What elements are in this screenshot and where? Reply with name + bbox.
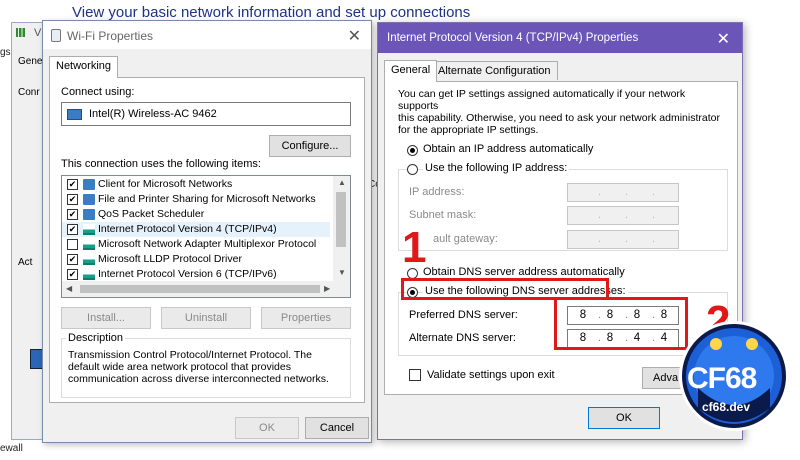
alternate-dns-label: Alternate DNS server: — [409, 332, 516, 344]
back-activity-label: Act — [18, 257, 33, 268]
brand-logo: CF68 cf68.dev — [676, 318, 792, 438]
protocol-icon — [83, 239, 95, 250]
signal-icon — [16, 28, 25, 37]
protocol-icon — [83, 269, 95, 280]
chevron-right-icon[interactable]: ▶ — [324, 284, 330, 293]
logo-name: CF68 — [687, 362, 757, 395]
subnet-mask-field[interactable]: ... — [567, 206, 679, 225]
ip-address-label: IP address: — [409, 186, 465, 198]
network-adapter-icon — [67, 109, 82, 120]
list-item[interactable]: ✔ Internet Protocol Version 6 (TCP/IPv6) — [62, 267, 330, 282]
list-item[interactable]: ✔ Internet Protocol Version 4 (TCP/IPv4) — [62, 222, 330, 237]
install-button[interactable]: Install... — [61, 307, 151, 329]
subnet-mask-label: Subnet mask: — [409, 209, 477, 221]
list-item[interactable]: Microsoft Network Adapter Multiplexor Pr… — [62, 237, 330, 252]
page-title: View your basic network information and … — [72, 4, 471, 21]
item-checkbox[interactable]: ✔ — [67, 269, 78, 280]
list-item[interactable]: ✔ QoS Packet Scheduler — [62, 207, 330, 222]
back-label: Conr — [18, 87, 40, 98]
chevron-left-icon[interactable]: ◀ — [66, 284, 72, 293]
obtain-ip-auto-radio[interactable] — [407, 145, 418, 156]
close-icon[interactable]: ✕ — [717, 29, 730, 49]
wifi-titlebar[interactable]: Wi-Fi Properties ✕ — [43, 21, 371, 49]
item-checkbox[interactable]: ✔ — [67, 209, 78, 220]
tab-alternate-configuration[interactable]: Alternate Configuration — [431, 61, 558, 80]
vertical-scrollbar[interactable]: ▲ ▼ — [333, 176, 350, 282]
networking-panel: Connect using: Intel(R) Wireless-AC 9462… — [49, 77, 365, 403]
description-title: Description — [66, 332, 126, 344]
network-service-icon — [83, 194, 95, 205]
scroll-thumb[interactable] — [336, 192, 346, 247]
list-item[interactable]: ✔ Microsoft LLDP Protocol Driver — [62, 252, 330, 267]
intro-text: You can get IP settings assigned automat… — [398, 88, 720, 136]
components-list[interactable]: ✔ Client for Microsoft Networks ✔ File a… — [61, 175, 351, 298]
default-gateway-label: ault gateway: — [433, 233, 498, 245]
chevron-up-icon[interactable]: ▲ — [338, 178, 346, 187]
cancel-button[interactable]: Cancel — [305, 417, 369, 439]
use-following-ip-label: Use the following IP address: — [423, 162, 570, 174]
validate-label: Validate settings upon exit — [427, 369, 555, 381]
item-checkbox[interactable]: ✔ — [67, 254, 78, 265]
item-checkbox[interactable] — [67, 239, 78, 250]
obtain-ip-auto-label: Obtain an IP address automatically — [423, 143, 594, 155]
configure-button[interactable]: Configure... — [269, 135, 351, 157]
item-checkbox[interactable]: ✔ — [67, 179, 78, 190]
tab-general[interactable]: General — [384, 60, 438, 82]
tab-networking[interactable]: Networking — [49, 56, 119, 78]
horizontal-scrollbar[interactable]: ◀ ▶ — [62, 281, 350, 297]
scroll-thumb[interactable] — [80, 285, 320, 293]
chevron-down-icon[interactable]: ▼ — [338, 268, 346, 277]
side-label: ewall — [0, 443, 23, 454]
default-gateway-field[interactable]: ... — [567, 230, 679, 249]
network-adapter-icon — [51, 29, 61, 42]
obtain-dns-auto-label: Obtain DNS server address automatically — [423, 266, 625, 278]
back-tab-general[interactable]: Gene — [18, 56, 42, 67]
adapter-name: Intel(R) Wireless-AC 9462 — [89, 108, 217, 120]
description-text: Transmission Control Protocol/Internet P… — [68, 349, 329, 385]
protocol-icon — [83, 254, 95, 265]
adapter-field: Intel(R) Wireless-AC 9462 — [61, 102, 351, 126]
connect-using-label: Connect using: — [61, 86, 135, 98]
items-label: This connection uses the following items… — [61, 158, 261, 170]
logo-url: cf68.dev — [702, 400, 751, 414]
item-checkbox[interactable]: ✔ — [67, 194, 78, 205]
uninstall-button[interactable]: Uninstall — [161, 307, 251, 329]
step-number: 1 — [402, 223, 427, 272]
back-window-title: V — [34, 27, 42, 39]
validate-checkbox[interactable] — [409, 369, 421, 381]
item-checkbox[interactable]: ✔ — [67, 224, 78, 235]
side-label: gs — [0, 47, 11, 58]
preferred-dns-label: Preferred DNS server: — [409, 309, 518, 321]
highlight-dns-fields — [554, 297, 688, 350]
description-group: Description Transmission Control Protoco… — [61, 332, 351, 398]
network-service-icon — [83, 209, 95, 220]
list-item[interactable]: ✔ File and Printer Sharing for Microsoft… — [62, 192, 330, 207]
ip-address-field[interactable]: ... — [567, 183, 679, 202]
wifi-dialog-title: Wi-Fi Properties — [67, 29, 154, 43]
properties-button[interactable]: Properties — [261, 307, 351, 329]
wifi-properties-dialog: Wi-Fi Properties ✕ Networking Connect us… — [42, 20, 372, 443]
protocol-icon — [83, 224, 95, 235]
list-item[interactable]: ✔ Client for Microsoft Networks — [62, 177, 330, 192]
ok-button[interactable]: OK — [588, 407, 660, 429]
close-icon[interactable]: ✕ — [348, 26, 361, 46]
ok-button[interactable]: OK — [235, 417, 299, 439]
network-client-icon — [83, 179, 95, 190]
ipv4-dialog-title: Internet Protocol Version 4 (TCP/IPv4) P… — [387, 32, 639, 44]
use-following-ip-radio[interactable] — [407, 164, 418, 175]
ipv4-titlebar[interactable]: Internet Protocol Version 4 (TCP/IPv4) P… — [378, 23, 742, 53]
